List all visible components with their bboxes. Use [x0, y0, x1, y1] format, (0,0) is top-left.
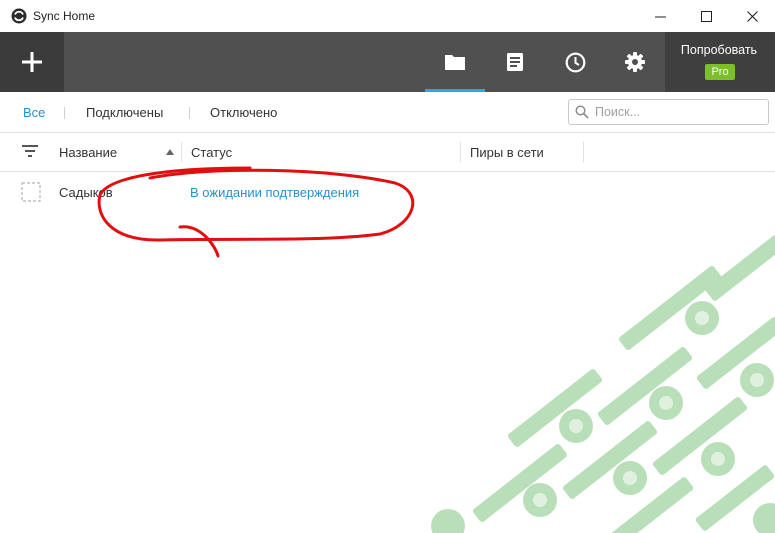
column-peers-online[interactable]: Пиры в сети [470, 145, 544, 160]
filter-divider [64, 107, 65, 119]
column-status[interactable]: Статус [191, 145, 232, 160]
filter-all[interactable]: Все [23, 105, 45, 120]
minimize-button[interactable] [637, 0, 683, 32]
column-divider [583, 142, 584, 162]
clock-icon [565, 52, 585, 72]
folder-icon [445, 55, 465, 70]
main-toolbar: Попробовать Pro [0, 32, 775, 92]
sync-logo-icon [11, 8, 27, 24]
filter-disconnected[interactable]: Отключено [210, 105, 277, 120]
try-pro-button[interactable]: Попробовать Pro [665, 32, 775, 92]
gear-icon [625, 52, 645, 72]
sort-ascending-icon [166, 149, 174, 155]
table-row[interactable]: Садыков В ожидании подтверждения [0, 172, 775, 212]
column-divider [460, 142, 461, 162]
close-button[interactable] [729, 0, 775, 32]
maximize-button[interactable] [683, 0, 729, 32]
row-name: Садыков [59, 185, 113, 200]
window-title: Sync Home [33, 9, 96, 23]
search-input[interactable] [595, 103, 763, 121]
filter-divider [189, 107, 190, 119]
try-pro-label: Попробовать [680, 43, 758, 57]
title-bar: Sync Home [0, 0, 775, 33]
table-header: Название Статус Пиры в сети [0, 133, 775, 172]
plus-icon [22, 52, 42, 72]
minimize-icon [654, 16, 666, 17]
tab-settings[interactable] [605, 32, 665, 92]
tab-history[interactable] [545, 32, 605, 92]
filter-lines-icon[interactable] [22, 144, 38, 158]
document-icon [507, 53, 523, 71]
search-icon [575, 105, 589, 119]
pro-badge: Pro [705, 64, 735, 80]
search-box[interactable] [568, 99, 769, 125]
close-icon [746, 10, 758, 22]
tab-transfers[interactable] [485, 32, 545, 92]
pending-folder-icon [21, 182, 41, 202]
filter-connected[interactable]: Подключены [86, 105, 163, 120]
column-name[interactable]: Название [59, 145, 117, 160]
add-folder-button[interactable] [0, 32, 64, 92]
column-divider [181, 142, 182, 162]
row-status[interactable]: В ожидании подтверждения [190, 185, 359, 200]
tab-folders[interactable] [425, 32, 485, 92]
maximize-icon [700, 10, 712, 22]
